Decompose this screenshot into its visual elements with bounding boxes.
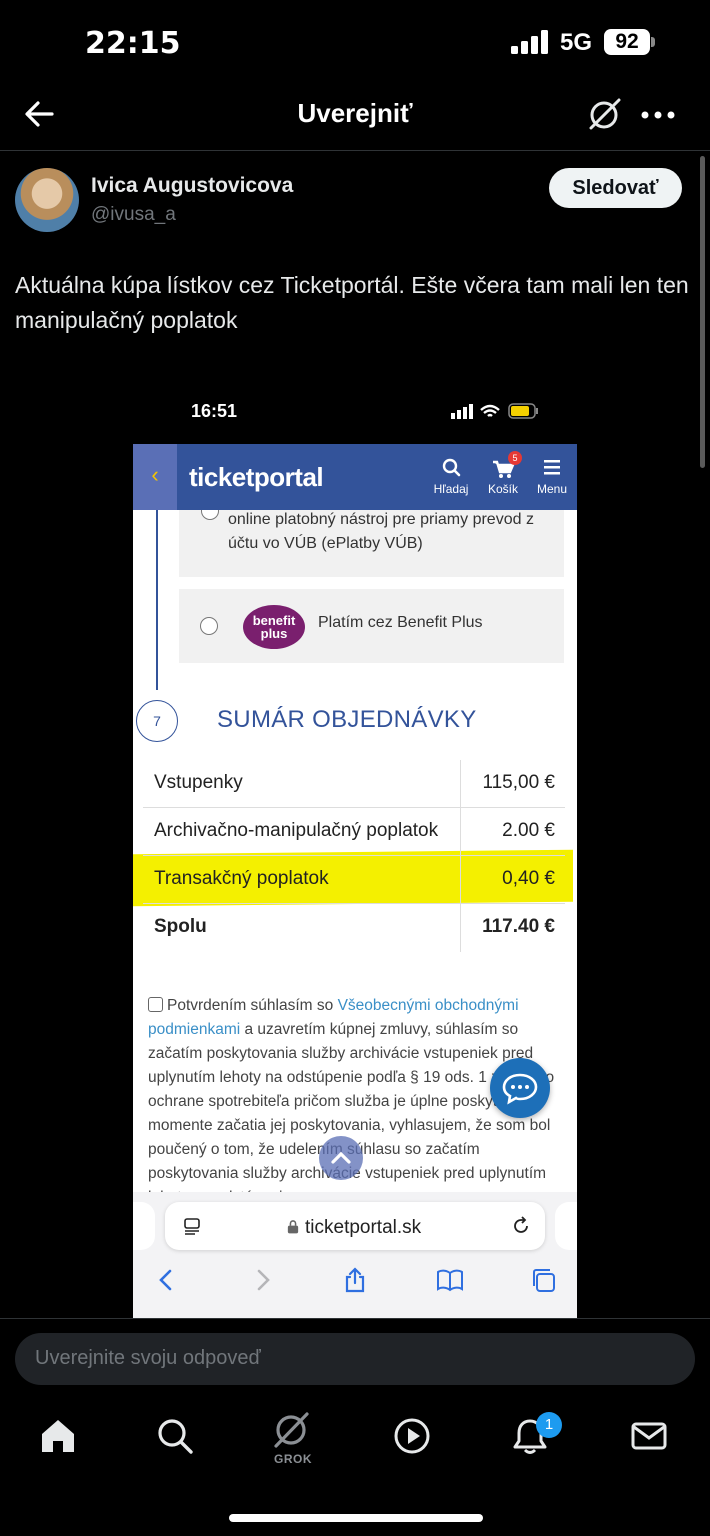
summary-row: Transakčný poplatok 0,40 €	[143, 856, 565, 904]
next-tab-pill[interactable]	[555, 1202, 577, 1250]
terms-prefix: Potvrdením súhlasím so	[167, 997, 338, 1014]
ticketportal-logo[interactable]: ticketportal	[189, 462, 324, 493]
lock-icon	[287, 1220, 299, 1234]
summary-row-value: 2.00 €	[502, 820, 555, 841]
payment-option-benefit[interactable]: benefit plus Platím cez Benefit Plus	[179, 589, 564, 663]
reply-input[interactable]: Uverejnite svoju odpoveď	[15, 1333, 695, 1385]
search-tab-icon[interactable]	[155, 1416, 195, 1456]
reader-icon[interactable]	[183, 1216, 203, 1236]
summary-row-label: Vstupenky	[154, 772, 243, 793]
nav-search-label: Hľadaj	[433, 482, 469, 496]
search-icon	[442, 458, 461, 477]
summary-row-label: Spolu	[154, 916, 207, 937]
status-bar: 22:15 5G 92	[0, 0, 710, 84]
column-separator	[460, 808, 461, 856]
address-bar[interactable]: ticketportal.sk	[165, 1202, 545, 1250]
reply-divider	[0, 1318, 710, 1319]
summary-row-value: 115,00 €	[482, 772, 555, 793]
summary-row: Archivačno-manipulačný poplatok 2.00 €	[143, 808, 565, 856]
top-header: Uverejniť	[0, 84, 710, 150]
embedded-status-time: 16:51	[191, 401, 238, 421]
payment-option-benefit-label: Platím cez Benefit Plus	[318, 614, 483, 631]
radio-vub[interactable]	[201, 510, 219, 520]
cart-count-badge: 5	[508, 451, 522, 465]
column-separator	[460, 856, 461, 904]
post-image[interactable]: 16:51 ‹ ticketportal Hľadaj 5 Košík Menu…	[133, 390, 577, 1318]
post-text: Aktuálna kúpa lístkov cez Ticketportál. …	[15, 272, 689, 333]
author-name[interactable]: Ivica Augustovicova	[91, 174, 293, 198]
safari-back-icon[interactable]	[153, 1266, 181, 1294]
signal-icon	[511, 30, 548, 54]
follow-button[interactable]: Sledovať	[549, 168, 682, 208]
nav-menu[interactable]: Menu	[522, 454, 577, 496]
notifications-badge: 1	[536, 1412, 562, 1438]
nav-menu-label: Menu	[536, 482, 568, 496]
grok-tab-label: GROK	[274, 1452, 312, 1466]
bookmarks-icon[interactable]	[436, 1266, 464, 1294]
step-connector	[156, 510, 158, 690]
summary-title: SUMÁR OBJEDNÁVKY	[217, 706, 477, 733]
checkout-page: online platobný nástroj pre priamy prevo…	[133, 510, 577, 1192]
messages-icon[interactable]	[629, 1416, 669, 1456]
chevron-left-icon[interactable]: ‹	[133, 444, 177, 510]
hamburger-icon	[544, 460, 560, 475]
summary-row-total: Spolu 117.40 €	[143, 904, 565, 952]
summary-row-label: Transakčný poplatok	[154, 868, 329, 889]
bottom-tab-bar: GROK 1	[0, 1400, 710, 1480]
safari-toolbar: ticketportal.sk	[133, 1192, 577, 1318]
embedded-status-icons	[451, 403, 538, 419]
ticketportal-navbar: ‹ ticketportal Hľadaj 5 Košík Menu	[133, 444, 577, 510]
chat-bubble-icon	[502, 1073, 538, 1105]
column-separator	[460, 760, 461, 808]
avatar[interactable]	[15, 168, 79, 232]
prev-tab-pill[interactable]	[133, 1202, 155, 1250]
home-indicator	[229, 1514, 483, 1522]
summary-row: Vstupenky 115,00 €	[143, 760, 565, 808]
radio-benefit[interactable]	[200, 617, 218, 635]
grok-icon[interactable]	[585, 96, 623, 134]
benefit-plus-logo: benefit plus	[243, 605, 305, 649]
reload-icon[interactable]	[511, 1216, 531, 1236]
payment-option-vub-label: online platobný nástroj pre priamy prevo…	[228, 511, 534, 552]
step-number: 7	[136, 700, 178, 742]
nav-cart-label: Košík	[487, 482, 518, 496]
battery-tip	[651, 37, 655, 47]
chevron-up-icon	[331, 1151, 351, 1164]
battery-icon: 92	[604, 29, 650, 55]
summary-row-value: 0,40 €	[502, 868, 555, 889]
payment-option-vub[interactable]: online platobný nástroj pre priamy prevo…	[179, 510, 564, 577]
network-label: 5G	[560, 29, 593, 56]
home-icon[interactable]	[38, 1416, 78, 1456]
safari-forward-icon[interactable]	[248, 1266, 276, 1294]
author-handle[interactable]: @ivusa_a	[91, 204, 176, 226]
chat-button[interactable]	[490, 1058, 550, 1118]
summary-row-label: Archivačno-manipulačný poplatok	[154, 820, 439, 841]
more-options-icon[interactable]	[640, 101, 676, 129]
tabs-icon[interactable]	[530, 1266, 558, 1294]
url-text: ticketportal.sk	[305, 1217, 422, 1238]
share-icon[interactable]	[341, 1266, 369, 1294]
grok-tab-icon[interactable]	[271, 1410, 311, 1450]
video-icon[interactable]	[392, 1416, 432, 1456]
summary-row-value: 117.40 €	[482, 916, 555, 937]
terms-checkbox[interactable]	[148, 997, 163, 1012]
header-divider	[0, 150, 710, 151]
status-time: 22:15	[85, 26, 181, 61]
scrollbar[interactable]	[700, 156, 705, 468]
embedded-status-bar: 16:51	[133, 390, 577, 444]
nav-search[interactable]: Hľadaj	[421, 454, 481, 496]
scroll-up-button[interactable]	[319, 1136, 363, 1180]
column-separator	[460, 904, 461, 952]
reply-placeholder: Uverejnite svoju odpoveď	[35, 1347, 261, 1369]
